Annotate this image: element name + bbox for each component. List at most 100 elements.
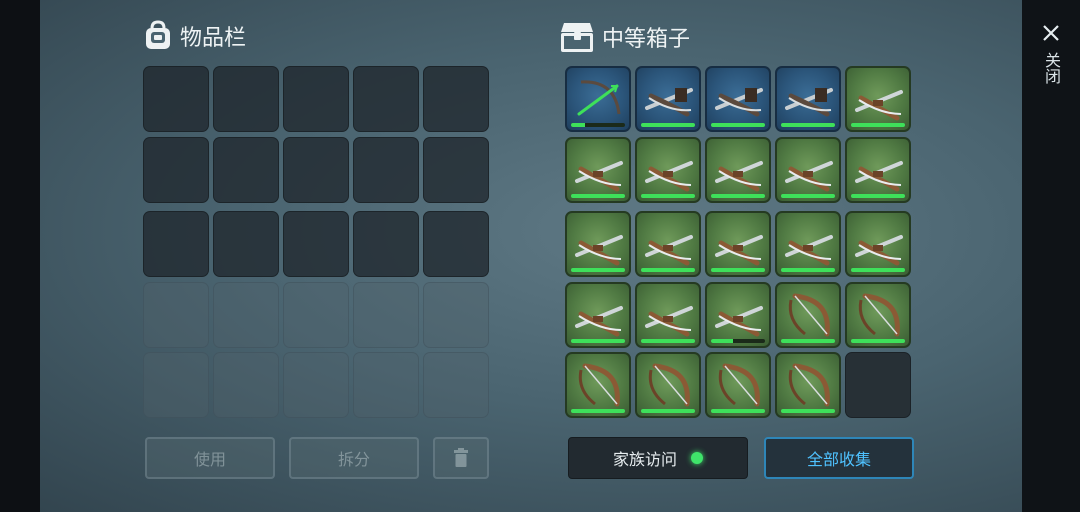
chest-icon [561,23,593,52]
crossbow-icon [785,161,833,192]
chest-slot-arrow-bow[interactable] [565,66,631,132]
crossbow-dark-icon [785,88,833,117]
crossbow-icon [575,306,623,337]
inventory-slot[interactable] [283,137,349,203]
inventory-slot[interactable] [353,137,419,203]
bow-icon [788,293,830,337]
inventory-slot-locked [423,352,489,418]
trash-button[interactable] [433,437,489,479]
crossbow-icon [715,235,763,266]
chest-slot-crossbow[interactable] [705,282,771,348]
inventory-slot[interactable] [283,211,349,277]
crossbow-icon [855,235,903,266]
chest-slot-crossbow[interactable] [705,137,771,203]
inventory-slot[interactable] [353,211,419,277]
durability-bar [711,409,765,413]
chest-slot-crossbow[interactable] [565,211,631,277]
durability-bar [641,339,695,343]
crossbow-icon [645,306,693,337]
durability-bar [851,123,905,127]
inventory-slot[interactable] [213,211,279,277]
chest-slot-crossbow[interactable] [565,282,631,348]
chest-slot-bow[interactable] [775,282,841,348]
crossbow-icon [855,161,903,192]
durability-bar [641,268,695,272]
collect-all-button[interactable]: 全部收集 [764,437,914,479]
arrow-bow-icon [577,80,621,116]
durability-bar [851,194,905,198]
chest-slot-bow[interactable] [845,282,911,348]
chest-slot-crossbow[interactable] [635,282,701,348]
bow-icon [718,363,760,407]
inventory-slot-locked [213,282,279,348]
chest-slot-bow[interactable] [635,352,701,418]
chest-slot-crossbow[interactable] [845,66,911,132]
chest-title: 中等箱子 [602,27,691,52]
durability-bar [851,268,905,272]
durability-bar [781,409,835,413]
family-access-button[interactable]: 家族访问 [568,437,748,479]
inventory-slot[interactable] [143,66,209,132]
durability-bar [781,268,835,272]
durability-bar [571,268,625,272]
durability-bar [571,339,625,343]
durability-bar [641,409,695,413]
inventory-slot-locked [353,282,419,348]
inventory-header: 物品栏 [142,20,246,52]
chest-slot-crossbow[interactable] [635,137,701,203]
durability-bar [711,123,765,127]
screen-edge-left [0,0,40,512]
inventory-title: 物品栏 [180,26,247,51]
bow-icon [858,293,900,337]
inventory-slot-locked [353,352,419,418]
inventory-slot[interactable] [143,211,209,277]
bow-icon [578,363,620,407]
crossbow-icon [715,306,763,337]
chest-slot-bow[interactable] [705,352,771,418]
inventory-slot-locked [283,282,349,348]
durability-bar [711,268,765,272]
inventory-slot[interactable] [213,66,279,132]
chest-slot-crossbow[interactable] [705,211,771,277]
inventory-slot-locked [213,352,279,418]
inventory-slot[interactable] [423,211,489,277]
inventory-slot-locked [423,282,489,348]
chest-slot-crossbow[interactable] [565,137,631,203]
durability-bar [571,194,625,198]
chest-slot-crossbow[interactable] [845,211,911,277]
crossbow-dark-icon [715,88,763,117]
chest-slot-crossbow[interactable] [775,211,841,277]
chest-slot-crossbow[interactable] [845,137,911,203]
inventory-slot-locked [283,352,349,418]
durability-bar [711,194,765,198]
chest-slot-crossbow-dark[interactable] [775,66,841,132]
inventory-slot-locked [143,352,209,418]
crossbow-icon [645,235,693,266]
inventory-slot[interactable] [423,66,489,132]
close-button[interactable]: 关闭 [1036,24,1066,94]
inventory-slot[interactable] [423,137,489,203]
chest-slot-bow[interactable] [565,352,631,418]
crossbow-icon [575,235,623,266]
chest-slot-empty[interactable] [845,352,911,418]
chest-slot-crossbow[interactable] [775,137,841,203]
durability-bar [781,194,835,198]
durability-bar [571,409,625,413]
split-button[interactable]: 拆分 [289,437,419,479]
durability-bar [781,339,835,343]
use-button[interactable]: 使用 [145,437,275,479]
inventory-slot[interactable] [283,66,349,132]
family-access-status-indicator [691,452,703,464]
chest-slot-bow[interactable] [775,352,841,418]
chest-slot-crossbow-dark[interactable] [635,66,701,132]
inventory-slot[interactable] [213,137,279,203]
chest-header: 中等箱子 [558,20,690,54]
close-icon [1043,25,1059,41]
inventory-slot-locked [143,282,209,348]
crossbow-dark-icon [645,88,693,117]
inventory-slot[interactable] [143,137,209,203]
inventory-slot[interactable] [353,66,419,132]
crossbow-icon [855,90,903,121]
chest-slot-crossbow[interactable] [635,211,701,277]
chest-slot-crossbow-dark[interactable] [705,66,771,132]
